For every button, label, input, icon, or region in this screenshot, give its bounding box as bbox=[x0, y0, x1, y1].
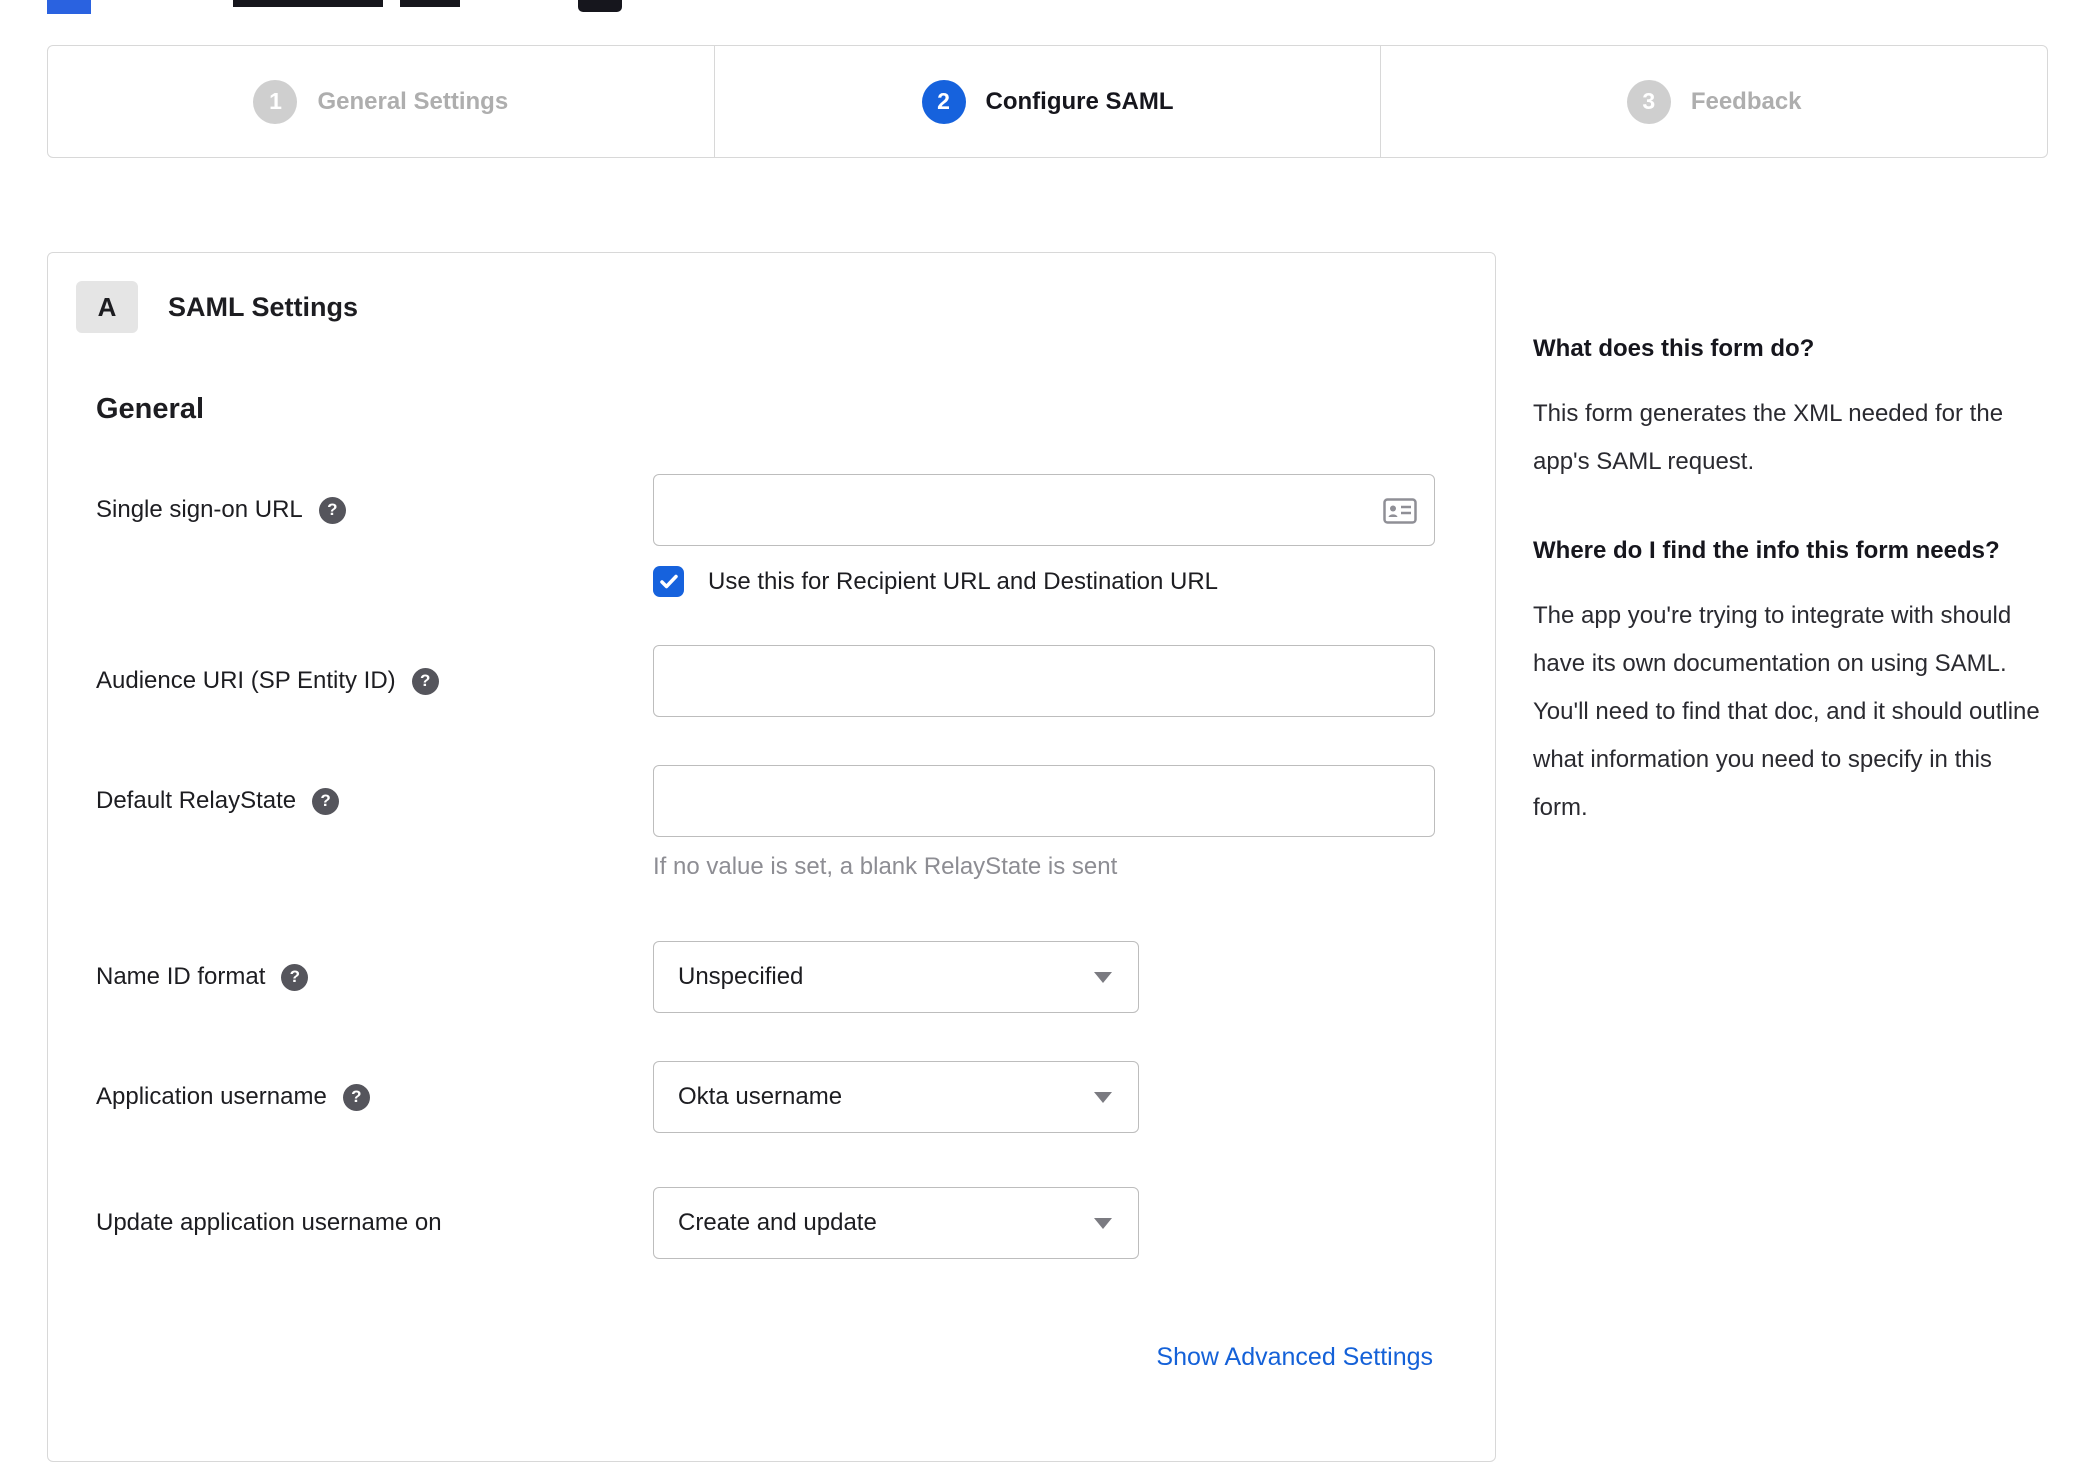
audience-uri-input[interactable] bbox=[653, 645, 1435, 717]
field-row-nameid: Name ID format ? Unspecified bbox=[96, 941, 1495, 1013]
recipient-url-checkbox-row: Use this for Recipient URL and Destinati… bbox=[653, 566, 1435, 597]
audience-label: Audience URI (SP Entity ID) bbox=[96, 667, 396, 694]
update-username-value: Create and update bbox=[678, 1209, 877, 1236]
field-row-update-on: Update application username on Create an… bbox=[96, 1187, 1495, 1259]
help-icon[interactable]: ? bbox=[411, 667, 439, 695]
relay-label: Default RelayState bbox=[96, 787, 297, 814]
saml-form: Single sign-on URL ? Use this for Recipi… bbox=[96, 474, 1495, 1259]
help-aside: What does this form do? This form genera… bbox=[1533, 330, 2049, 832]
aside-answer-2: The app you're trying to integrate with … bbox=[1533, 602, 2040, 821]
audience-input-wrap bbox=[653, 645, 1435, 717]
name-id-format-value: Unspecified bbox=[678, 963, 804, 990]
contact-card-icon bbox=[1383, 498, 1417, 529]
panel-header: A SAML Settings bbox=[48, 281, 1495, 333]
update-username-select[interactable]: Create and update bbox=[653, 1187, 1139, 1259]
update-on-label: Update application username on bbox=[96, 1209, 442, 1236]
chevron-down-icon bbox=[1094, 971, 1112, 983]
application-username-value: Okta username bbox=[678, 1083, 843, 1110]
nameid-label: Name ID format bbox=[96, 963, 266, 990]
cropped-header-fragment bbox=[47, 0, 91, 14]
sso-label-wrap: Single sign-on URL ? bbox=[96, 474, 653, 524]
general-section-heading: General bbox=[96, 393, 204, 425]
sso-input-wrap bbox=[653, 474, 1435, 546]
field-row-app-username: Application username ? Okta username bbox=[96, 1061, 1495, 1133]
step-number-badge: 3 bbox=[1626, 79, 1671, 124]
recipient-url-checkbox-label: Use this for Recipient URL and Destinati… bbox=[708, 567, 1219, 595]
application-username-select[interactable]: Okta username bbox=[653, 1061, 1139, 1133]
step-general-settings[interactable]: 1 General Settings bbox=[48, 46, 714, 157]
cropped-header-fragment bbox=[578, 0, 622, 12]
help-icon[interactable]: ? bbox=[342, 1083, 370, 1111]
step-number-badge: 1 bbox=[253, 79, 298, 124]
aside-question-2: Where do I find the info this form needs… bbox=[1533, 537, 2000, 564]
audience-label-wrap: Audience URI (SP Entity ID) ? bbox=[96, 645, 653, 695]
appuser-label: Application username bbox=[96, 1083, 327, 1110]
step-feedback[interactable]: 3 Feedback bbox=[1380, 46, 2047, 157]
relaystate-input[interactable] bbox=[653, 765, 1435, 837]
relaystate-helper-text: If no value is set, a blank RelayState i… bbox=[653, 853, 1118, 880]
field-row-audience: Audience URI (SP Entity ID) ? bbox=[96, 645, 1495, 717]
sso-url-input[interactable] bbox=[653, 474, 1435, 546]
show-advanced-settings-link[interactable]: Show Advanced Settings bbox=[1156, 1343, 1433, 1371]
checkmark-icon bbox=[659, 574, 678, 588]
chevron-down-icon bbox=[1094, 1091, 1112, 1103]
cropped-header-fragment bbox=[400, 0, 460, 7]
recipient-url-checkbox[interactable] bbox=[653, 566, 684, 597]
field-row-sso: Single sign-on URL ? Use this for Recipi… bbox=[96, 474, 1495, 597]
name-id-format-select[interactable]: Unspecified bbox=[653, 941, 1139, 1013]
sso-label: Single sign-on URL bbox=[96, 496, 303, 523]
chevron-down-icon bbox=[1094, 1217, 1112, 1229]
section-a-badge: A bbox=[76, 281, 138, 333]
field-row-relaystate: Default RelayState ? If no value is set,… bbox=[96, 765, 1495, 881]
step-label: Feedback bbox=[1690, 87, 1802, 115]
cropped-header-fragment bbox=[233, 0, 383, 7]
aside-question-1: What does this form do? bbox=[1533, 335, 1815, 362]
step-configure-saml[interactable]: 2 Configure SAML bbox=[713, 46, 1381, 157]
advanced-settings-row: Show Advanced Settings bbox=[48, 1343, 1433, 1372]
step-label: General Settings bbox=[317, 87, 509, 115]
help-icon[interactable]: ? bbox=[312, 787, 340, 815]
step-number-badge: 2 bbox=[921, 79, 966, 124]
step-label: Configure SAML bbox=[985, 87, 1174, 115]
update-on-label-wrap: Update application username on bbox=[96, 1187, 653, 1237]
wizard-stepper: 1 General Settings 2 Configure SAML 3 Fe… bbox=[47, 45, 2048, 158]
relay-input-wrap bbox=[653, 765, 1435, 837]
help-icon[interactable]: ? bbox=[318, 496, 346, 524]
help-icon[interactable]: ? bbox=[281, 963, 309, 991]
panel-title: SAML Settings bbox=[168, 291, 359, 322]
aside-answer-1: This form generates the XML needed for t… bbox=[1533, 400, 2004, 475]
relay-label-wrap: Default RelayState ? bbox=[96, 765, 653, 815]
appuser-label-wrap: Application username ? bbox=[96, 1061, 653, 1111]
saml-settings-panel: A SAML Settings General Single sign-on U… bbox=[47, 252, 1496, 1462]
nameid-label-wrap: Name ID format ? bbox=[96, 941, 653, 991]
